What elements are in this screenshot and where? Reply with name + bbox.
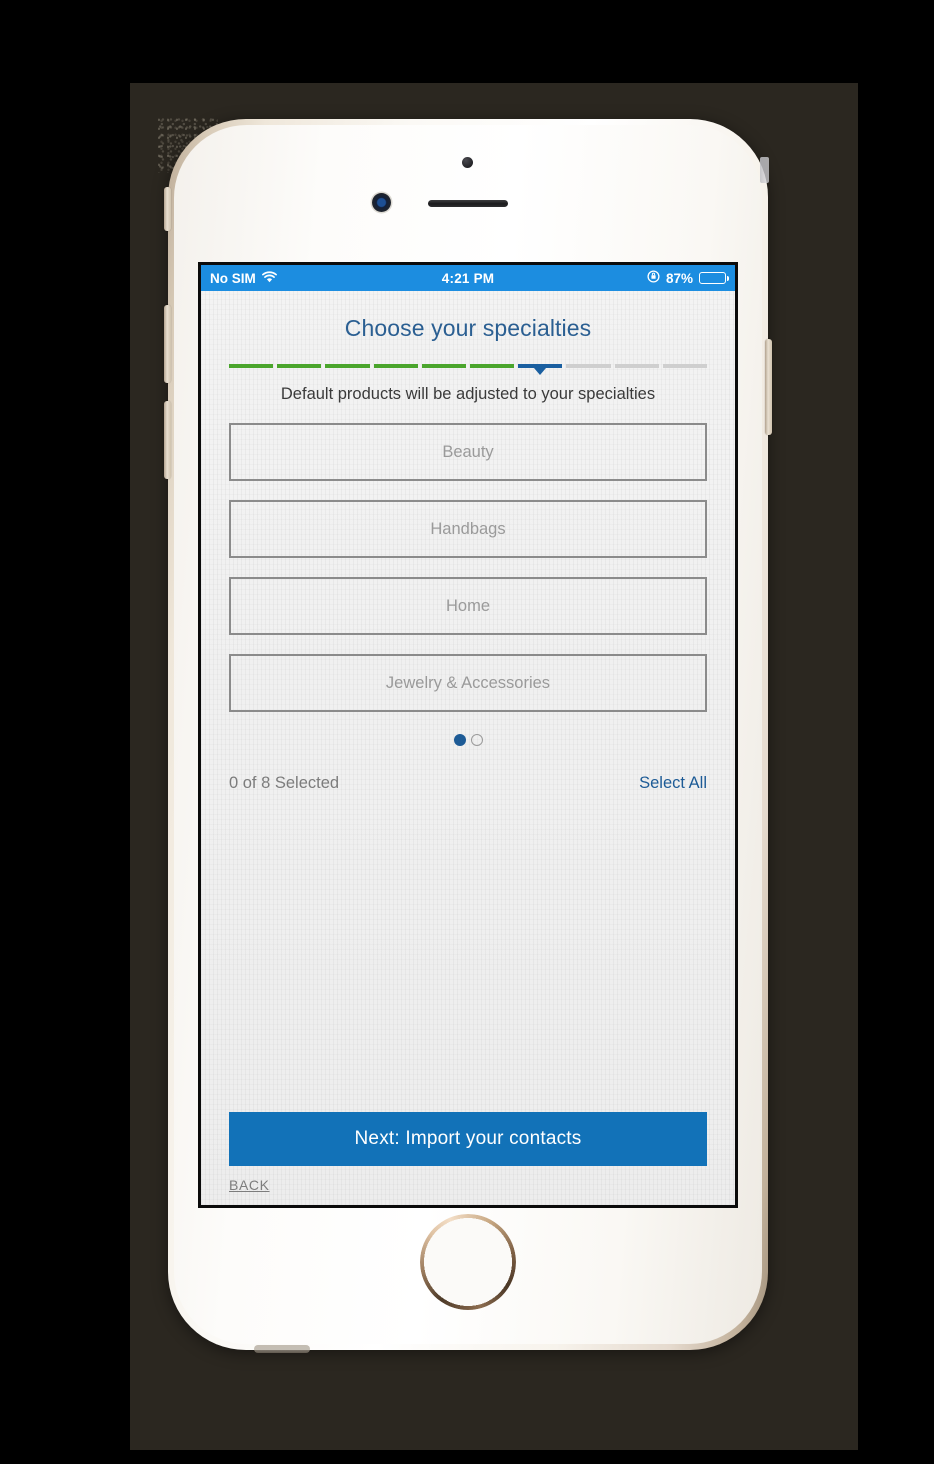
status-bar: No SIM 4:21 PM 87% <box>201 265 735 291</box>
page-subtitle: Default products will be adjusted to you… <box>280 385 656 403</box>
page-title: Choose your specialties <box>344 315 592 341</box>
progress-step <box>662 364 708 368</box>
phone-device: No SIM 4:21 PM 87% Choose your specialti… <box>164 119 772 1353</box>
volume-down-button[interactable] <box>164 401 171 479</box>
option-label: Beauty <box>442 442 494 461</box>
progress-step <box>614 364 659 368</box>
page-indicator <box>229 734 707 746</box>
bottom-actions: Next: Import your contacts BACK <box>229 1112 707 1205</box>
proximity-sensor-icon <box>462 157 473 168</box>
rotation-lock-icon <box>647 270 660 286</box>
progress-step <box>325 364 370 368</box>
progress-step <box>421 364 467 368</box>
back-link[interactable]: BACK <box>229 1177 270 1193</box>
page-dot-2[interactable] <box>470 734 483 746</box>
earpiece-speaker-icon <box>428 200 508 207</box>
status-bar-clock: 4:21 PM <box>441 270 495 286</box>
option-label: Jewelry & Accessories <box>385 673 551 692</box>
specialty-options-list: Beauty Handbags Home Jewelry & Accessori… <box>229 423 707 731</box>
battery-percent-label: 87% <box>665 270 694 286</box>
volume-up-button[interactable] <box>164 305 171 383</box>
onboarding-progress-bar <box>229 361 708 375</box>
selection-summary-row: 0 of 8 Selected Select All <box>229 774 707 793</box>
next-button[interactable]: Next: Import your contacts <box>229 1112 707 1166</box>
progress-step <box>373 364 418 368</box>
bottom-speaker-grille <box>254 1345 310 1353</box>
screen-bezel: No SIM 4:21 PM 87% Choose your specialti… <box>198 262 738 1208</box>
phone-screen: No SIM 4:21 PM 87% Choose your specialti… <box>201 265 735 1205</box>
mute-switch[interactable] <box>164 187 171 231</box>
progress-step <box>277 364 322 368</box>
status-bar-right: 87% <box>494 270 730 286</box>
specialty-option-home[interactable]: Home <box>229 577 707 635</box>
progress-step <box>470 364 515 368</box>
home-button[interactable] <box>420 1214 516 1310</box>
battery-icon <box>699 272 730 284</box>
specialty-option-beauty[interactable]: Beauty <box>229 423 707 481</box>
option-label: Home <box>445 596 490 615</box>
carrier-label: No SIM <box>210 270 256 286</box>
front-camera-icon <box>372 193 391 212</box>
status-bar-left: No SIM <box>210 271 442 286</box>
app-content: Choose your specialties Default products… <box>201 291 735 1205</box>
power-button[interactable] <box>765 339 772 435</box>
progress-step <box>566 364 611 368</box>
option-label: Handbags <box>430 519 506 538</box>
progress-step-current <box>518 364 563 375</box>
specialty-option-jewelry-accessories[interactable]: Jewelry & Accessories <box>229 654 707 712</box>
page-dot-1[interactable] <box>453 734 466 746</box>
select-all-link[interactable]: Select All <box>639 774 707 793</box>
progress-step <box>229 364 274 368</box>
wifi-icon <box>261 270 277 286</box>
specialty-option-handbags[interactable]: Handbags <box>229 500 707 558</box>
selected-count-label: 0 of 8 Selected <box>229 774 340 792</box>
antenna-band <box>760 157 769 183</box>
